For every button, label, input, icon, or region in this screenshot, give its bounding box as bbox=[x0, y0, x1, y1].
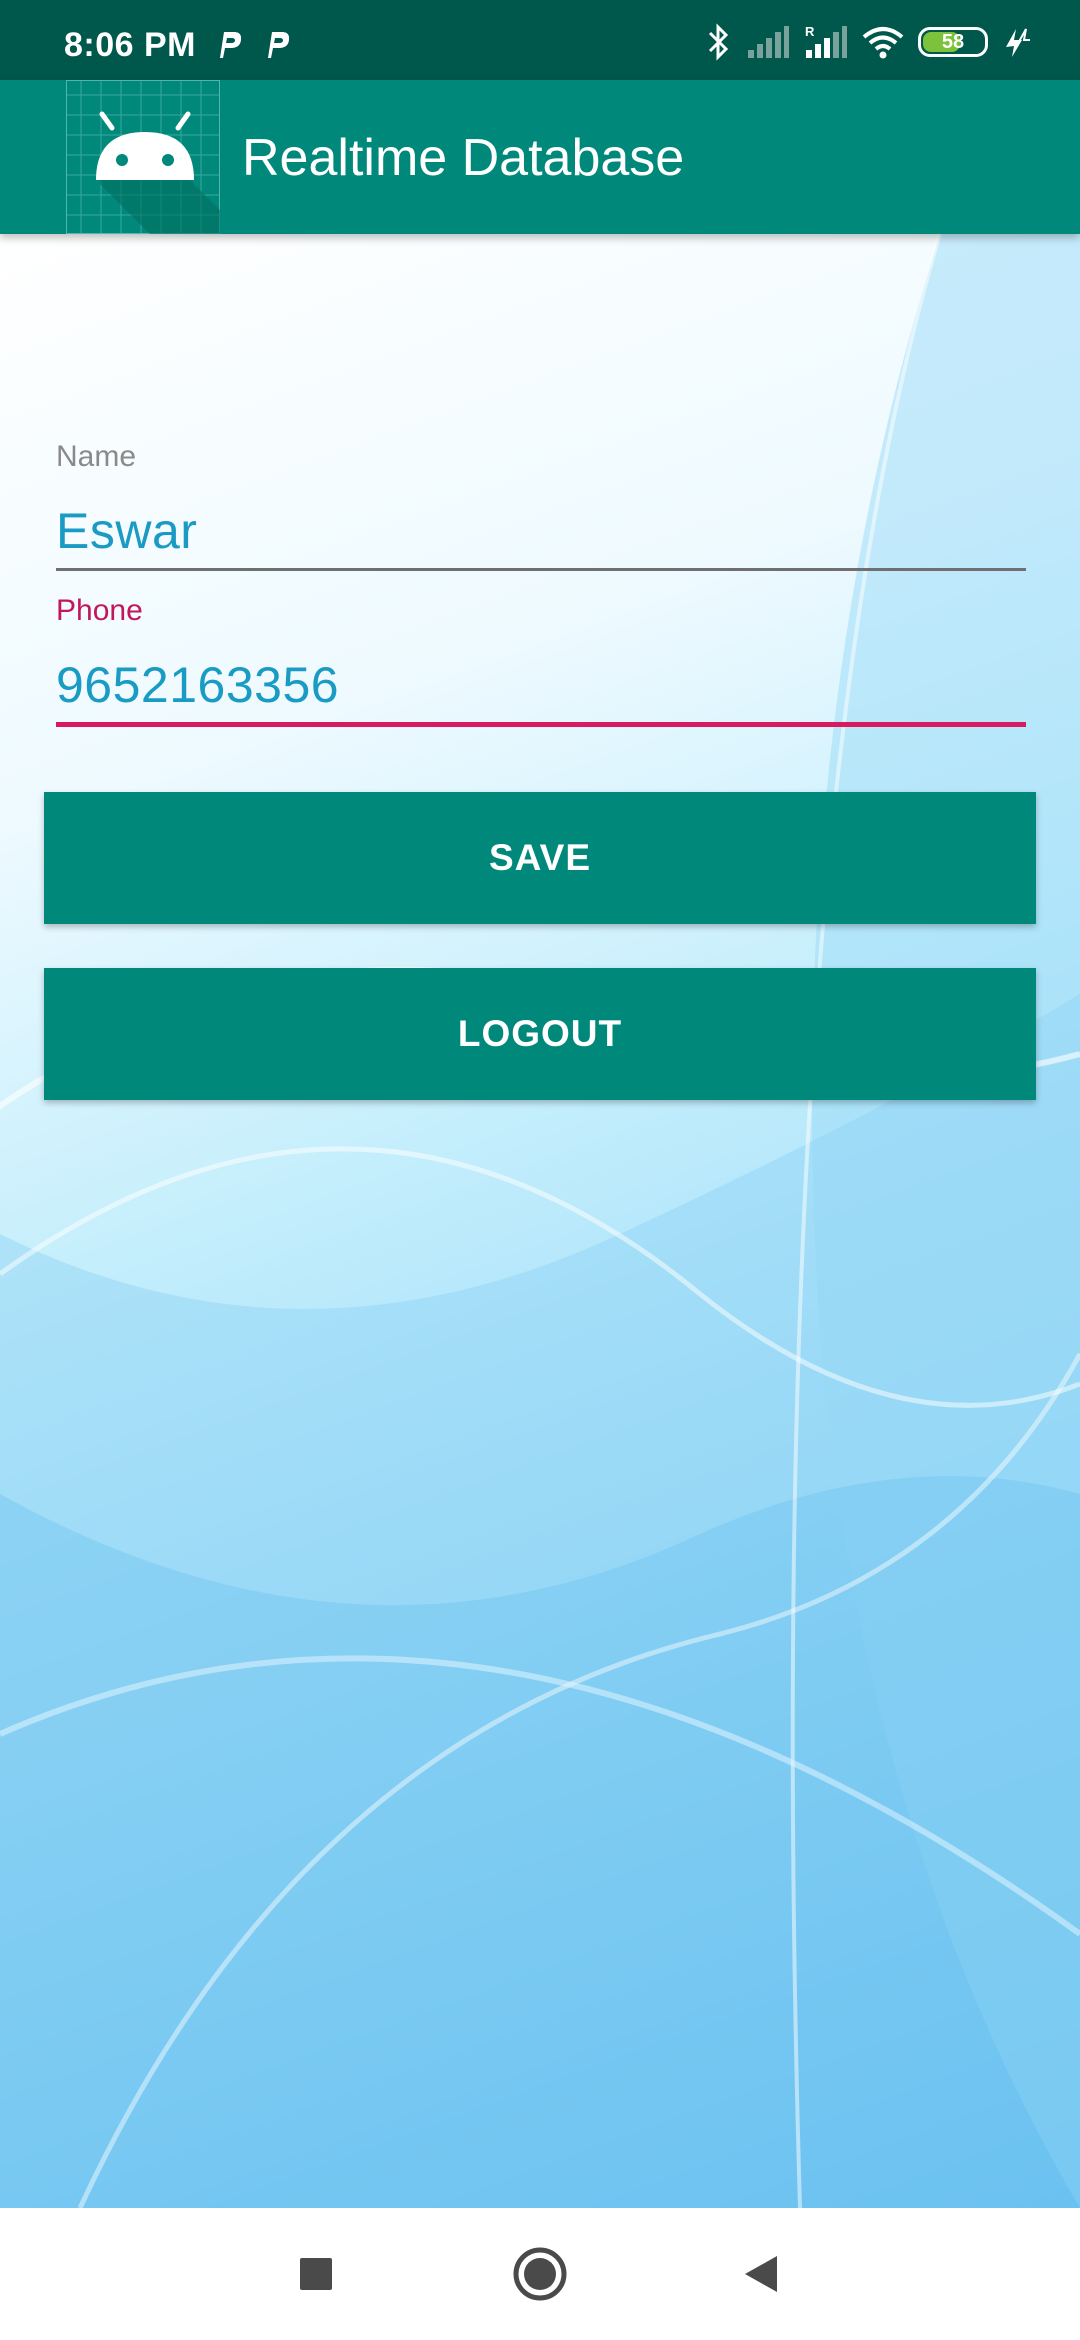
home-circle-icon[interactable] bbox=[510, 2244, 570, 2304]
phone-input-underline bbox=[56, 722, 1026, 727]
name-input-underline bbox=[56, 568, 1026, 571]
logout-button[interactable]: LOGOUT bbox=[44, 968, 1036, 1100]
charging-icon bbox=[1006, 28, 1030, 57]
battery-icon: 58 bbox=[918, 27, 988, 57]
phone-label: Phone bbox=[56, 594, 143, 627]
recents-square-icon[interactable] bbox=[286, 2244, 346, 2304]
p-app-icon bbox=[268, 32, 290, 58]
status-icons: R 58 bbox=[706, 22, 1032, 62]
name-label: Name bbox=[56, 440, 137, 473]
back-triangle-icon[interactable] bbox=[730, 2244, 790, 2304]
bluetooth-icon bbox=[708, 23, 729, 61]
wifi-icon bbox=[862, 27, 904, 59]
signal-roaming-icon: R bbox=[805, 24, 847, 58]
p-app-icon bbox=[220, 32, 242, 58]
svg-text:R: R bbox=[805, 24, 815, 39]
status-time: 8:06 PM bbox=[64, 26, 196, 64]
battery-level: 58 bbox=[941, 30, 965, 53]
name-input[interactable]: Eswar bbox=[56, 502, 197, 560]
status-bar: 8:06 PM R 58 bbox=[0, 0, 1080, 80]
navigation-bar bbox=[0, 2208, 1080, 2340]
app-title: Realtime Database bbox=[242, 129, 685, 187]
save-button[interactable]: SAVE bbox=[44, 792, 1036, 924]
signal-icon bbox=[748, 26, 789, 58]
phone-input[interactable]: 9652163356 bbox=[56, 656, 339, 714]
android-icon bbox=[66, 80, 220, 234]
app-bar: Realtime Database bbox=[0, 80, 1080, 234]
